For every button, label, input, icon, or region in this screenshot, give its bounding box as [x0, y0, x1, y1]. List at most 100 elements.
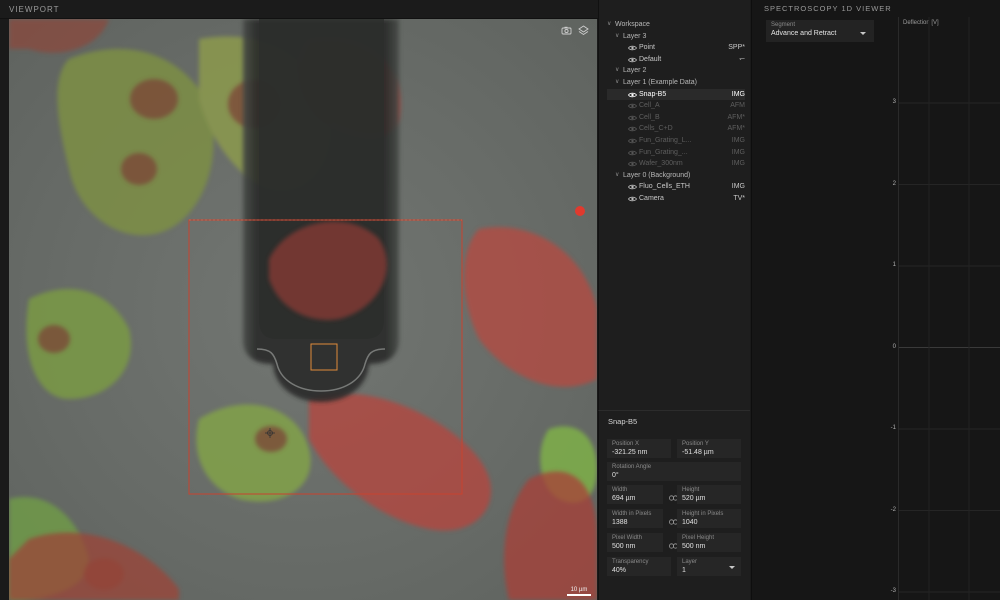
y-tick-label: 3 [892, 99, 896, 105]
transparency-label: Transparency [612, 559, 649, 565]
tree-item-label: Workspace [615, 21, 650, 28]
tree-item[interactable]: Cells_C+D AFM* [607, 123, 745, 135]
position-y-value: -51.48 µm [682, 449, 714, 456]
chevron-down-icon[interactable]: ∨ [607, 19, 615, 31]
eye-icon[interactable] [628, 184, 637, 190]
tree-item-label: Cells_C+D [639, 125, 673, 133]
eye-icon[interactable] [628, 161, 637, 167]
pixel-width-label: Pixel Width [612, 535, 643, 541]
tree-group[interactable]: ∨ Workspace [607, 19, 745, 31]
chevron-down-icon[interactable]: ∨ [615, 31, 623, 43]
width-pixels-label: Width in Pixels [612, 511, 652, 517]
layer-label: Layer [682, 559, 698, 565]
scale-bar: 10 µm [567, 587, 591, 596]
width-field[interactable]: Width 694 µm [607, 485, 663, 504]
width-label: Width [612, 487, 628, 493]
viewport-canvas[interactable]: 10 µm [9, 19, 597, 600]
layers-icon[interactable] [578, 25, 589, 36]
tree-item[interactable]: Cell_A AFM [607, 100, 745, 112]
pixel-width-value: 500 nm [612, 543, 636, 550]
eye-icon[interactable] [628, 57, 637, 63]
tree-item[interactable]: Point SPP* [607, 42, 745, 54]
spectroscopy-title: SPECTROSCOPY 1D VIEWER [764, 4, 892, 13]
height-pixels-value: 1040 [682, 519, 698, 526]
camera-icon[interactable] [561, 25, 572, 36]
position-y-label: Position Y [682, 441, 709, 447]
tree-item[interactable]: Fluo_Cells_ETH IMG [607, 181, 745, 193]
eye-icon[interactable] [628, 115, 637, 121]
tree-item-label: Point [639, 44, 655, 52]
height-field[interactable]: Height 520 µm [677, 485, 741, 504]
height-pixels-label: Height in Pixels [682, 511, 724, 517]
viewport-header: VIEWPORT [0, 0, 598, 19]
tree-item-label: Snap-B5 [639, 90, 667, 98]
deflection-plot[interactable]: Deflection [V] 3 2 1 0 -1 -2 -3 [891, 17, 1000, 600]
tree-item[interactable]: Fun_Grating_L... IMG [607, 135, 745, 147]
tree-group[interactable]: ∨ Layer 0 (Background) [607, 170, 745, 182]
tree-item-label: Wafer_300nm [639, 160, 683, 168]
rotation-angle-field[interactable]: Rotation Angle 0° [607, 462, 741, 481]
segment-value: Advance and Retract [771, 30, 837, 37]
eye-icon[interactable] [628, 103, 637, 109]
position-y-field[interactable]: Position Y -51.48 µm [677, 439, 741, 458]
tree-item[interactable]: Cell_B AFM* [607, 112, 745, 124]
tree-item-label: Layer 2 [623, 67, 647, 75]
position-x-field[interactable]: Position X -321.25 nm [607, 439, 671, 458]
tree-item[interactable]: Wafer_300nm IMG [607, 158, 745, 170]
microscope-image [9, 19, 597, 600]
pixel-height-field[interactable]: Pixel Height 500 nm [677, 533, 741, 552]
spectroscopy-header: SPECTROSCOPY 1D VIEWER [752, 0, 1000, 15]
transparency-value: 40% [612, 567, 627, 574]
chevron-down-icon [729, 566, 735, 569]
tree-item-type: IMG [731, 136, 745, 144]
tree-item[interactable]: Snap-B5 IMG [607, 88, 745, 101]
pixel-height-value: 500 nm [682, 543, 706, 550]
width-value: 694 µm [612, 495, 636, 502]
layer-value: 1 [682, 567, 686, 574]
eye-icon[interactable] [628, 92, 637, 98]
tree-item-type: IMG [731, 148, 745, 156]
tree-item-label: Layer 1 (Example Data) [623, 78, 697, 86]
tree-item[interactable]: Camera TV* [607, 193, 745, 205]
rotation-angle-label: Rotation Angle [612, 464, 652, 470]
properties-panel: Snap-B5 Position X -321.25 nm Position Y… [598, 410, 750, 600]
segment-label: Segment [771, 22, 796, 28]
chevron-down-icon[interactable]: ∨ [615, 65, 623, 77]
eye-icon[interactable] [628, 196, 637, 202]
tree-item[interactable]: Default ↽ [607, 54, 745, 66]
tree-group[interactable]: ∨ Layer 2 [607, 65, 745, 77]
tree-item-type: IMG [731, 183, 745, 191]
layer-tree-panel: ∨ Workspace ∨ Layer 3 Point SPP* Default ↽ ∨ Laye… [598, 0, 750, 410]
point-marker[interactable] [575, 206, 585, 216]
eye-icon[interactable] [628, 45, 637, 51]
tree-item-type: SPP* [728, 44, 745, 52]
eye-icon[interactable] [628, 138, 637, 144]
tree-group[interactable]: ∨ Layer 3 [607, 31, 745, 43]
pixel-width-field[interactable]: Pixel Width 500 nm [607, 533, 663, 552]
chevron-down-icon[interactable]: ∨ [615, 77, 623, 89]
tree-item-label: Layer 3 [623, 32, 647, 40]
segment-select[interactable]: Segment Advance and Retract [766, 20, 874, 42]
tree-item[interactable]: Fun_Grating_... IMG [607, 147, 745, 159]
tree-item-type: IMG [731, 90, 745, 98]
rotation-angle-value: 0° [612, 472, 619, 479]
width-pixels-field[interactable]: Width in Pixels 1388 [607, 509, 663, 528]
y-tick-label: -3 [890, 588, 896, 594]
tree-item-type: TV* [733, 194, 745, 202]
height-label: Height [682, 487, 700, 493]
spectroscopy-viewer: SPECTROSCOPY 1D VIEWER Segment Advance a… [751, 0, 1000, 600]
tree-group[interactable]: ∨ Layer 1 (Example Data) [607, 77, 745, 89]
height-pixels-field[interactable]: Height in Pixels 1040 [677, 509, 741, 528]
chevron-down-icon[interactable]: ∨ [615, 170, 623, 182]
layer-tree: ∨ Workspace ∨ Layer 3 Point SPP* Default ↽ ∨ Laye… [607, 19, 745, 205]
y-tick-label: 0 [892, 343, 896, 350]
eye-icon[interactable] [628, 150, 637, 156]
y-tick-label: 1 [892, 262, 896, 268]
layer-select[interactable]: Layer 1 [677, 557, 741, 576]
transparency-field[interactable]: Transparency 40% [607, 557, 671, 576]
eye-icon[interactable] [628, 126, 637, 132]
tree-item-type: AFM* [727, 125, 746, 133]
tree-item-label: Default [639, 55, 662, 63]
tree-item-type: ↽ [739, 55, 745, 63]
tree-item-label: Camera [639, 194, 664, 202]
